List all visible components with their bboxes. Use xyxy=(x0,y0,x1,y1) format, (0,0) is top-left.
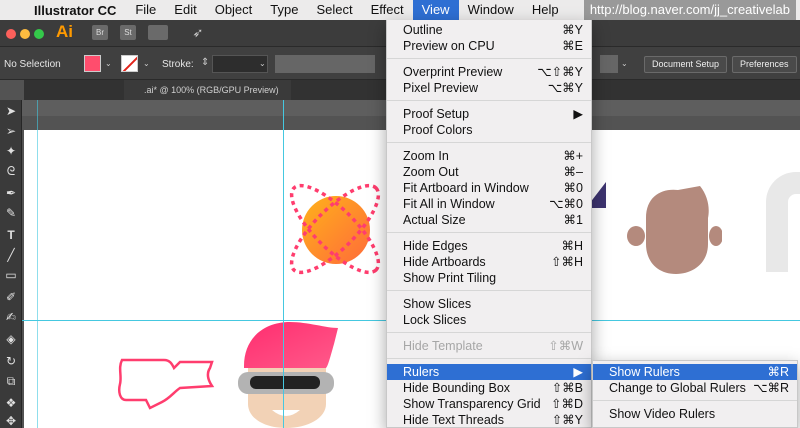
menu-item-proof-setup[interactable]: Proof Setup ▶ xyxy=(387,106,591,122)
gpu-performance-icon[interactable]: ➶ xyxy=(190,25,206,40)
menu-separator xyxy=(387,100,591,101)
menu-item-fit-all[interactable]: Fit All in Window ⌥⌘0 xyxy=(387,196,591,212)
bridge-icon[interactable]: Br xyxy=(92,25,108,40)
stroke-color-swatch[interactable] xyxy=(121,55,138,72)
eraser-tool-icon[interactable]: ◈ xyxy=(3,332,19,346)
chevron-down-icon[interactable]: ⌄ xyxy=(105,59,112,68)
watermark-url: http://blog.naver.com/jj_creativelab xyxy=(583,0,796,20)
menu-file[interactable]: File xyxy=(126,0,165,20)
submenu-item-show-rulers[interactable]: Show Rulers ⌘R xyxy=(593,364,797,380)
free-transform-tool-icon[interactable]: ✥ xyxy=(3,414,19,428)
gray-arch-shape[interactable] xyxy=(766,172,800,272)
chevron-down-icon[interactable]: ⌄ xyxy=(143,59,150,68)
menu-separator xyxy=(387,332,591,333)
menu-object[interactable]: Object xyxy=(206,0,262,20)
menu-item-rulers[interactable]: Rulers ▶ xyxy=(387,364,591,380)
boy-with-goggles-illustration[interactable] xyxy=(234,318,346,428)
pen-tool-icon[interactable]: ✒ xyxy=(3,186,19,200)
preferences-button[interactable]: Preferences xyxy=(732,56,797,73)
menu-item-actual-size[interactable]: Actual Size ⌘1 xyxy=(387,212,591,228)
zoom-window-button[interactable] xyxy=(34,29,44,39)
shaper-tool-icon[interactable]: ✍ xyxy=(3,310,19,324)
menu-item-overprint-preview[interactable]: Overprint Preview ⌥⇧⌘Y xyxy=(387,64,591,80)
menu-item-outline[interactable]: Outline ⌘Y xyxy=(387,22,591,38)
stroke-label: Stroke: xyxy=(162,59,194,70)
menu-item-preview-on-cpu[interactable]: Preview on CPU ⌘E xyxy=(387,38,591,54)
menu-item-hide-edges[interactable]: Hide Edges ⌘H xyxy=(387,238,591,254)
vertical-guide xyxy=(283,100,284,428)
line-tool-icon[interactable]: ╱ xyxy=(3,248,19,262)
selection-tool-icon[interactable]: ➤ xyxy=(3,104,19,118)
menu-view[interactable]: View xyxy=(412,0,459,20)
menu-effect[interactable]: Effect xyxy=(362,0,413,20)
menu-separator xyxy=(387,58,591,59)
curvature-tool-icon[interactable]: ✎ xyxy=(3,206,19,220)
magic-wand-tool-icon[interactable]: ✦ xyxy=(3,144,19,158)
submenu-arrow-icon: ▶ xyxy=(573,365,583,379)
minimize-window-button[interactable] xyxy=(20,29,30,39)
menu-item-show-slices[interactable]: Show Slices xyxy=(387,296,591,312)
menu-select[interactable]: Select xyxy=(307,0,361,20)
app-name-menu[interactable]: Illustrator CC xyxy=(26,3,126,18)
menu-item-hide-template: Hide Template ⇧⌘W xyxy=(403,339,583,353)
variable-width-profile[interactable] xyxy=(275,55,375,73)
speech-bubble-illustration[interactable] xyxy=(116,352,218,414)
close-window-button[interactable] xyxy=(6,29,16,39)
menu-item-hide-text-threads[interactable]: Hide Text Threads ⇧⌘Y xyxy=(387,412,591,428)
workspace-icon[interactable] xyxy=(148,25,168,40)
menu-separator xyxy=(387,232,591,233)
stepper-icon[interactable]: ⇕ xyxy=(201,57,209,68)
menu-help[interactable]: Help xyxy=(523,0,568,20)
chevron-down-icon[interactable]: ⌄ xyxy=(259,59,266,68)
submenu-item-change-to-global-rulers[interactable]: Change to Global Rulers ⌥⌘R xyxy=(593,380,797,396)
menu-edit[interactable]: Edit xyxy=(165,0,205,20)
sun-illustration[interactable] xyxy=(280,176,390,282)
menu-item-show-transparency-grid[interactable]: Show Transparency Grid ⇧⌘D xyxy=(387,396,591,412)
illustrator-logo: Ai xyxy=(56,22,73,41)
menu-separator xyxy=(387,142,591,143)
menu-item-proof-colors[interactable]: Proof Colors xyxy=(387,122,591,138)
menu-item-hide-bounding-box[interactable]: Hide Bounding Box ⇧⌘B xyxy=(387,380,591,396)
tools-panel: ➤ ➢ ✦ ᘓ ✒ ✎ T ╱ ▭ ✐ ✍ ◈ ↻ ⧉ ❖ ✥ xyxy=(0,100,22,428)
submenu-arrow-icon: ▶ xyxy=(573,107,583,121)
warp-tool-icon[interactable]: ❖ xyxy=(3,396,19,410)
menu-item-fit-artboard[interactable]: Fit Artboard in Window ⌘0 xyxy=(387,180,591,196)
document-tab[interactable]: .ai* @ 100% (RGB/GPU Preview) xyxy=(124,80,291,100)
fill-color-swatch[interactable] xyxy=(84,55,101,72)
vertical-guide-left xyxy=(37,100,38,428)
chevron-down-icon[interactable]: ⌄ xyxy=(621,59,628,68)
rotate-tool-icon[interactable]: ↻ xyxy=(3,354,19,368)
direct-selection-tool-icon[interactable]: ➢ xyxy=(3,124,19,138)
lasso-tool-icon[interactable]: ᘓ xyxy=(3,164,19,178)
style-swatch[interactable] xyxy=(600,55,618,73)
scale-tool-icon[interactable]: ⧉ xyxy=(3,374,19,388)
submenu-item-show-video-rulers[interactable]: Show Video Rulers xyxy=(593,406,797,422)
type-tool-icon[interactable]: T xyxy=(3,228,19,242)
menu-item-show-print-tiling[interactable]: Show Print Tiling xyxy=(387,270,591,286)
selection-status: No Selection xyxy=(4,59,61,70)
menu-item-pixel-preview[interactable]: Pixel Preview ⌥⌘Y xyxy=(387,80,591,96)
menu-item-hide-artboards[interactable]: Hide Artboards ⇧⌘H xyxy=(387,254,591,270)
document-setup-button[interactable]: Document Setup xyxy=(644,56,728,73)
view-menu-dropdown: Outline ⌘Y Preview on CPU ⌘E Overprint Pre… xyxy=(386,20,592,428)
stock-icon[interactable]: St xyxy=(120,25,136,40)
rulers-submenu: Show Rulers ⌘R Change to Global Rulers ⌥⌘R… xyxy=(592,360,798,428)
menu-separator xyxy=(593,400,797,401)
menu-window[interactable]: Window xyxy=(459,0,523,20)
menu-separator xyxy=(387,290,591,291)
menu-separator xyxy=(387,358,591,359)
rectangle-tool-icon[interactable]: ▭ xyxy=(3,268,19,282)
menu-item-lock-slices[interactable]: Lock Slices xyxy=(387,312,591,328)
paintbrush-tool-icon[interactable]: ✐ xyxy=(3,290,19,304)
menu-type[interactable]: Type xyxy=(261,0,307,20)
brown-head-illustration[interactable] xyxy=(626,184,722,276)
menu-item-zoom-in[interactable]: Zoom In ⌘+ xyxy=(387,148,591,164)
menu-item-zoom-out[interactable]: Zoom Out ⌘– xyxy=(387,164,591,180)
